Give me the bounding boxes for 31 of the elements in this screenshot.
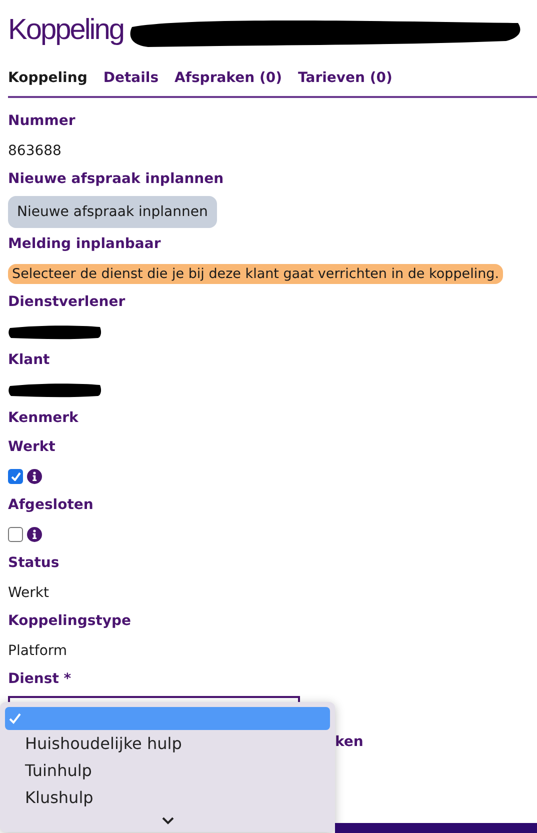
chevron-down-icon[interactable] xyxy=(162,817,174,825)
tab[interactable]: Tarieven (0) xyxy=(298,70,392,86)
tab[interactable]: Koppeling xyxy=(8,70,88,86)
field-label: Nummer xyxy=(8,112,76,131)
dropdown-option[interactable]: Tuinhulp xyxy=(5,757,330,784)
dropdown-option[interactable]: Klushulp xyxy=(5,784,330,811)
field-label: Status xyxy=(8,554,60,573)
field-value: Werkt xyxy=(8,584,50,602)
field-label: Kenmerk xyxy=(8,409,80,428)
field-label: Dienstverlener xyxy=(8,293,126,312)
check-icon xyxy=(9,713,21,724)
tab[interactable]: Details xyxy=(103,70,159,86)
notice-message: Selecteer de dienst die je bij deze klant gaat verrichten in de koppeling. xyxy=(8,264,503,284)
field-label: Nieuwe afspraak inplannen xyxy=(8,170,225,189)
tab[interactable]: Afspraken (0) xyxy=(174,70,282,86)
field-label: Werkt xyxy=(8,438,56,457)
field-value: Platform xyxy=(8,642,68,660)
field-label: ken xyxy=(335,734,364,750)
dropdown-option[interactable]: Huishoudelijke hulp xyxy=(5,730,330,757)
checkbox[interactable] xyxy=(8,469,23,484)
schedule-button[interactable]: Nieuwe afspraak inplannen xyxy=(8,196,217,228)
checkbox[interactable] xyxy=(8,527,23,542)
field-label: Melding inplanbaar xyxy=(8,235,162,254)
field-label: Klant xyxy=(8,351,51,370)
field-label: Dienst * xyxy=(8,670,72,689)
page-title: Koppeling xyxy=(8,14,124,46)
field-label: Koppelingstype xyxy=(8,612,132,631)
field-value: 863688 xyxy=(8,142,62,160)
field-label: Afgesloten xyxy=(8,496,94,515)
info-icon[interactable] xyxy=(27,527,42,542)
info-icon[interactable] xyxy=(27,469,42,484)
